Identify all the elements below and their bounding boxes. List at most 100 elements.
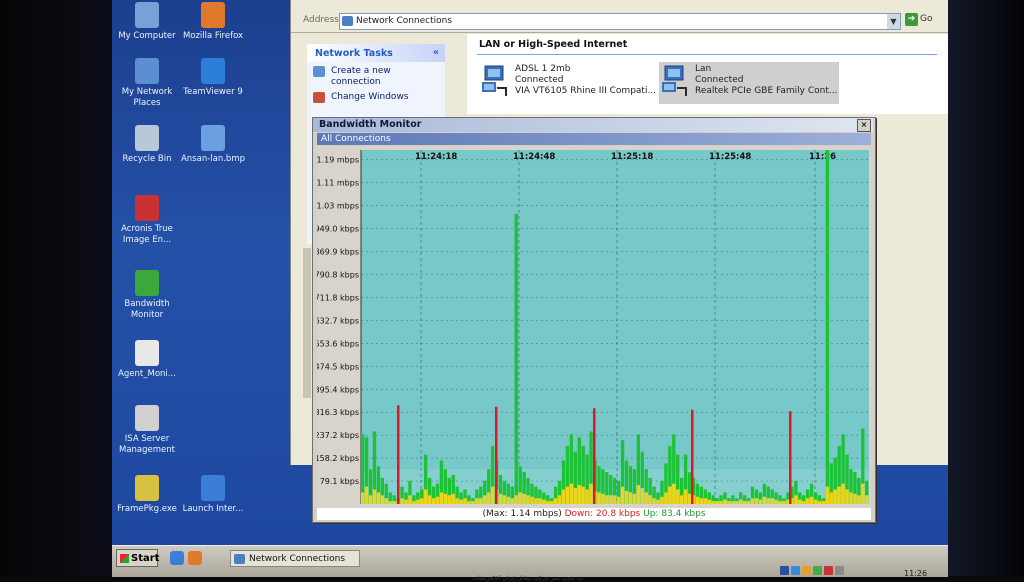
windows-logo-icon <box>120 554 129 563</box>
low-bar <box>487 492 491 504</box>
connection-lan[interactable]: Lan Connected Realtek PCIe GBE Family Co… <box>659 62 839 104</box>
low-bar <box>648 495 652 504</box>
connection-status: Connected <box>515 75 564 85</box>
task-create-connection[interactable]: Create a new connection <box>313 66 439 88</box>
low-bar <box>479 498 483 504</box>
low-bar <box>364 486 369 504</box>
desktop-icon[interactable]: Bandwidth Monitor <box>112 270 182 321</box>
desktop-icon[interactable]: Agent_Moni... <box>112 340 182 380</box>
close-button[interactable]: × <box>857 119 871 132</box>
desktop-icon[interactable]: Acronis True Image En... <box>112 195 182 246</box>
tray-icon[interactable] <box>802 566 811 575</box>
low-bar <box>534 498 538 504</box>
tray-icon[interactable] <box>813 566 822 575</box>
desktop-icon-label: My Computer <box>118 31 176 41</box>
tray-icon[interactable] <box>835 566 844 575</box>
quick-launch-firefox-icon[interactable] <box>188 551 202 565</box>
desktop-icon[interactable]: Recycle Bin <box>112 125 182 165</box>
low-bar <box>805 498 810 504</box>
desktop-icon[interactable]: My Network Places <box>112 58 182 109</box>
document-icon <box>135 340 159 366</box>
desktop-icon[interactable]: Ansan-lan.bmp <box>178 125 248 165</box>
desktop-icon-label: Launch Inter... <box>182 504 244 514</box>
y-tick-label: 1.19 mbps <box>317 156 359 165</box>
low-bar <box>467 501 471 504</box>
low-bar <box>412 501 416 504</box>
low-bar <box>802 501 806 504</box>
desktop-icon[interactable]: TeamViewer 9 <box>178 58 248 98</box>
low-bar <box>821 501 826 504</box>
low-bar <box>605 495 609 504</box>
low-bar <box>538 498 542 504</box>
desktop-icon[interactable]: FramePkg.exe <box>112 475 182 515</box>
low-bar <box>731 501 735 504</box>
low-bar <box>546 501 550 504</box>
low-bar <box>455 498 459 504</box>
desktop-icon[interactable]: Mozilla Firefox <box>178 2 248 42</box>
network-tasks-header[interactable]: Network Tasks « <box>307 44 445 62</box>
package-icon <box>135 475 159 501</box>
low-bar <box>475 498 479 504</box>
collapse-icon[interactable]: « <box>433 47 439 58</box>
low-bar <box>483 495 487 504</box>
low-bar <box>758 499 763 504</box>
taskbar-network-connections[interactable]: Network Connections <box>230 550 360 567</box>
desktop-icon[interactable]: Launch Inter... <box>178 475 248 515</box>
task-change-windows[interactable]: Change Windows <box>313 92 439 103</box>
low-bar <box>656 499 660 504</box>
tray-icon[interactable] <box>824 566 833 575</box>
plot-area <box>361 150 869 504</box>
low-bar <box>632 493 637 504</box>
low-bar <box>522 493 526 504</box>
low-bar <box>585 489 589 504</box>
x-tick-label: 11:24:48 <box>513 152 555 162</box>
low-bar <box>502 495 507 504</box>
quick-launch-ie-icon[interactable] <box>170 551 184 565</box>
low-bar <box>616 496 621 504</box>
low-bar <box>853 493 857 504</box>
low-bar <box>577 485 581 504</box>
connection-adsl[interactable]: ADSL 1 2mb Connected VIA VT6105 Rhine II… <box>479 62 659 104</box>
internet-explorer-icon <box>201 475 225 501</box>
low-bar <box>778 501 782 504</box>
go-button[interactable]: ➔ Go <box>905 13 945 28</box>
low-bar <box>542 499 546 504</box>
down-spike <box>789 411 792 504</box>
low-bar <box>845 489 849 504</box>
network-connection-icon <box>662 65 687 96</box>
tray-icon[interactable] <box>780 566 789 575</box>
desktop-icon[interactable]: ISA Server Management <box>112 405 182 456</box>
isa-server-icon <box>135 405 159 431</box>
desktop-icon-label: Recycle Bin <box>122 154 172 164</box>
low-bar <box>707 499 711 504</box>
window-title: Bandwidth Monitor <box>319 119 422 130</box>
low-bar <box>506 496 511 504</box>
network-connections-icon <box>342 16 353 26</box>
down-spike <box>397 405 400 504</box>
low-bar <box>613 495 617 504</box>
low-bar <box>833 489 837 504</box>
bandwidth-monitor-icon <box>135 270 159 296</box>
start-button[interactable]: Start <box>116 549 159 567</box>
low-bar <box>372 489 377 504</box>
low-bar <box>404 499 408 504</box>
low-bar <box>427 495 432 504</box>
low-bar <box>636 485 641 504</box>
low-bar <box>841 483 845 504</box>
low-bar <box>770 498 774 504</box>
low-bar <box>408 495 412 504</box>
x-tick-label: 11:25:48 <box>709 152 751 162</box>
low-bar <box>817 501 822 504</box>
bandwidth-monitor-titlebar[interactable]: Bandwidth Monitor × <box>313 118 873 132</box>
tray-icon[interactable] <box>791 566 800 575</box>
low-bar <box>400 498 404 504</box>
address-label: Address <box>303 15 339 25</box>
y-tick-label: 1.03 mbps <box>317 202 359 211</box>
low-bar <box>368 495 373 504</box>
address-field[interactable]: Network Connections ▼ <box>339 13 901 30</box>
x-tick-label: 11:26 <box>809 152 836 162</box>
low-bar <box>526 495 530 504</box>
vertical-scrollbar[interactable] <box>303 248 311 398</box>
desktop-icon[interactable]: My Computer <box>112 2 182 42</box>
chevron-down-icon[interactable]: ▼ <box>887 14 900 29</box>
